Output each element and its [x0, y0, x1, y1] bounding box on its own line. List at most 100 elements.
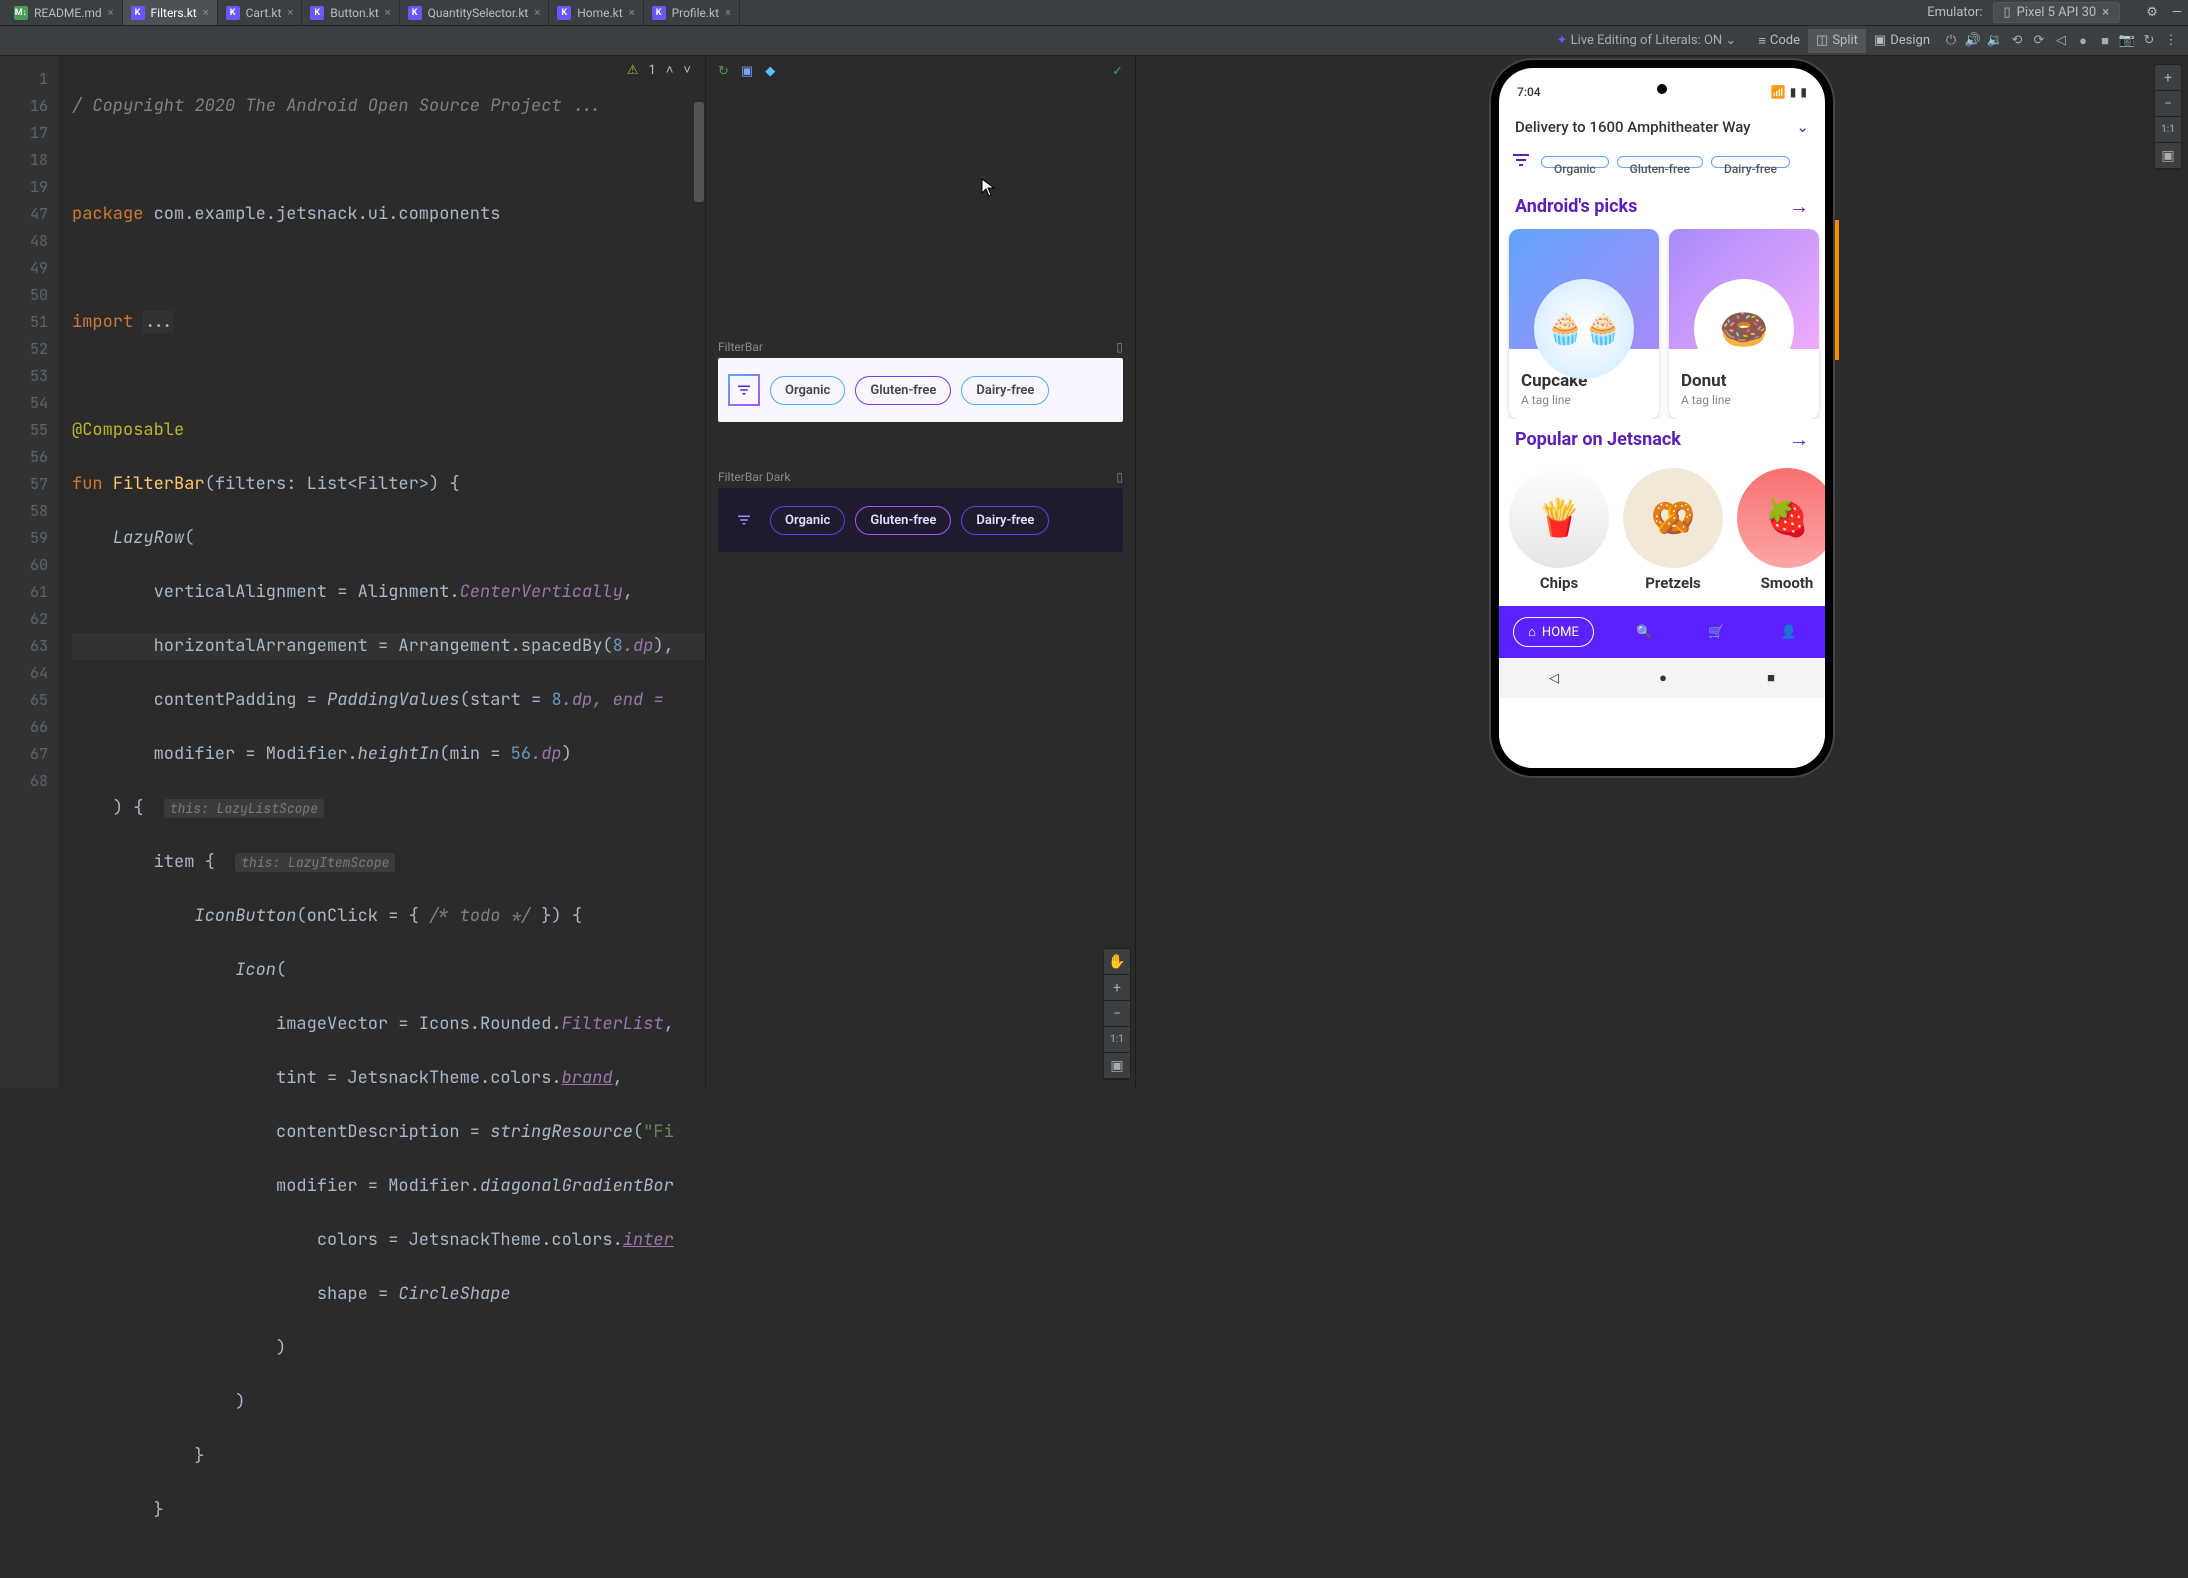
refresh-icon[interactable]: ↻	[2140, 32, 2158, 50]
view-design-button[interactable]: ▣Design	[1866, 29, 1938, 53]
item-chips[interactable]: 🍟Chips	[1509, 468, 1609, 592]
chip-glutenfree[interactable]: Gluten-free	[855, 506, 951, 535]
tab-profile[interactable]: KProfile.kt×	[644, 0, 740, 25]
tab-cart[interactable]: KCart.kt×	[218, 0, 303, 25]
filter-icon[interactable]	[1509, 148, 1533, 176]
emulator-section: Emulator: ▯ Pixel 5 API 30 × ⚙ —	[1927, 2, 2182, 23]
zoom-in-button[interactable]: +	[2155, 65, 2181, 91]
zoom-out-button[interactable]: −	[2155, 91, 2181, 117]
prev-highlight-icon[interactable]: ˄	[666, 62, 674, 78]
chip-dairyfree[interactable]: Dairy-free	[961, 506, 1049, 535]
device-screen[interactable]: 7:04 📶▮▮ Delivery to 1600 Amphitheater W…	[1499, 68, 1825, 768]
more-icon[interactable]: ⋮	[2162, 32, 2180, 50]
code-editor[interactable]: 1161718194748495051525354555657585960616…	[0, 56, 705, 1088]
back-icon[interactable]: ◁	[2052, 32, 2070, 50]
arrow-right-icon[interactable]: →	[1789, 427, 1809, 452]
nav-search[interactable]: 🔍	[1622, 619, 1666, 646]
picks-cards[interactable]: 🧁🧁 CupcakeA tag line 🍩 DonutA tag line	[1499, 229, 1825, 419]
chip-glutenfree[interactable]: Gluten-free	[1617, 156, 1703, 168]
emulator-zoom: + − 1:1 ▣	[2154, 64, 2182, 170]
warning-icon[interactable]: ⚠	[627, 63, 639, 78]
view-mode-group: ≡Code ◫Split ▣Design	[1750, 29, 1938, 53]
zoom-out-button[interactable]: −	[1104, 1001, 1130, 1027]
chip-organic[interactable]: Organic	[1541, 156, 1609, 168]
nav-home[interactable]: ⌂HOME	[1513, 617, 1594, 647]
fit-icon[interactable]: ▣	[1104, 1053, 1130, 1079]
editor-tab-bar: M↓README.md× KFilters.kt× KCart.kt× KBut…	[0, 0, 2188, 26]
view-split-button[interactable]: ◫Split	[1808, 29, 1866, 53]
zoom-reset-button[interactable]: 1:1	[2155, 117, 2181, 143]
fit-icon[interactable]: ▣	[2155, 143, 2181, 169]
close-icon[interactable]: ×	[108, 6, 114, 19]
overview-icon[interactable]: ■	[2096, 32, 2114, 50]
code-content[interactable]: / Copyright 2020 The Android Open Source…	[58, 56, 705, 1088]
nav-cart[interactable]: 🛒	[1694, 619, 1738, 646]
layers-icon[interactable]: ◆	[765, 64, 775, 79]
view-code-button[interactable]: ≡Code	[1750, 29, 1808, 53]
gear-icon[interactable]: ⚙	[2146, 5, 2158, 20]
delivery-bar[interactable]: Delivery to 1600 Amphitheater Way ⌄	[1499, 106, 1825, 148]
next-highlight-icon[interactable]: ˅	[683, 62, 691, 78]
power-icon[interactable]: ⏻	[1942, 32, 1960, 50]
close-icon[interactable]: ×	[534, 6, 540, 19]
back-icon[interactable]: ◁	[1549, 671, 1559, 686]
refresh-icon[interactable]: ↻	[718, 64, 729, 79]
item-label: Pretzels	[1623, 574, 1723, 592]
pan-icon[interactable]: ✋	[1104, 949, 1130, 975]
item-smoothie[interactable]: 🍓Smooth	[1737, 468, 1825, 592]
preview-filterbar-dark[interactable]: Organic Gluten-free Dairy-free	[718, 488, 1123, 552]
section-title: Android's picks	[1515, 196, 1637, 217]
type-hint: this: LazyItemScope	[235, 853, 395, 872]
close-icon[interactable]: ×	[2102, 5, 2109, 20]
close-icon[interactable]: ×	[385, 6, 391, 19]
chip-organic[interactable]: Organic	[770, 506, 845, 535]
close-icon[interactable]: ×	[287, 6, 293, 19]
tab-quantityselector[interactable]: KQuantitySelector.kt×	[400, 0, 550, 25]
overview-icon[interactable]: ■	[1767, 670, 1775, 686]
home-icon[interactable]: ●	[2074, 32, 2092, 50]
tab-button[interactable]: KButton.kt×	[302, 0, 399, 25]
close-icon[interactable]: ×	[725, 6, 731, 19]
close-icon[interactable]: ×	[203, 6, 209, 19]
tab-label: QuantitySelector.kt	[428, 6, 529, 20]
chip-dairyfree[interactable]: Dairy-free	[961, 376, 1049, 405]
card-donut[interactable]: 🍩 DonutA tag line	[1669, 229, 1819, 419]
device-icon[interactable]: ▯	[1116, 340, 1123, 354]
rotate-right-icon[interactable]: ⟳	[2030, 32, 2048, 50]
arrow-right-icon[interactable]: →	[1789, 194, 1809, 219]
tab-home[interactable]: KHome.kt×	[549, 0, 643, 25]
section-title: Popular on Jetsnack	[1515, 429, 1681, 450]
popular-row[interactable]: 🍟Chips 🥨Pretzels 🍓Smooth	[1499, 462, 1825, 598]
zoom-reset-button[interactable]: 1:1	[1104, 1027, 1130, 1053]
interactive-icon[interactable]: ▣	[741, 64, 753, 79]
close-icon[interactable]: ×	[629, 6, 635, 19]
tab-label: README.md	[34, 6, 102, 20]
card-tagline: A tag line	[1681, 393, 1807, 407]
editor-toolbar: ✦ Live Editing of Literals: ON ⌄ ≡Code ◫…	[0, 26, 2188, 56]
filter-icon	[728, 504, 760, 536]
user-icon: 👤	[1781, 625, 1797, 640]
device-frame: 7:04 📶▮▮ Delivery to 1600 Amphitheater W…	[1491, 60, 1833, 776]
chip-organic[interactable]: Organic	[770, 376, 845, 405]
screenshot-icon[interactable]: 📷	[2118, 32, 2136, 50]
signal-icon: ▮	[1790, 85, 1797, 99]
chip-dairyfree[interactable]: Dairy-free	[1711, 156, 1790, 168]
rotate-left-icon[interactable]: ⟲	[2008, 32, 2026, 50]
home-icon[interactable]: ●	[1659, 670, 1667, 686]
preview-filterbar-light[interactable]: Organic Gluten-free Dairy-free	[718, 358, 1123, 422]
zoom-in-button[interactable]: +	[1104, 975, 1130, 1001]
card-cupcake[interactable]: 🧁🧁 CupcakeA tag line	[1509, 229, 1659, 419]
tab-filters[interactable]: KFilters.kt×	[123, 0, 218, 25]
device-selector[interactable]: ▯ Pixel 5 API 30 ×	[1993, 2, 2121, 23]
volume-down-icon[interactable]: 🔉	[1986, 32, 2004, 50]
editor-scrollbar[interactable]	[693, 56, 705, 756]
chip-glutenfree[interactable]: Gluten-free	[855, 376, 951, 405]
nav-profile[interactable]: 👤	[1767, 619, 1811, 646]
item-pretzels[interactable]: 🥨Pretzels	[1623, 468, 1723, 592]
live-edit-toggle[interactable]: ✦ Live Editing of Literals: ON ⌄	[1557, 33, 1737, 48]
minimize-icon[interactable]: —	[2172, 5, 2182, 20]
tab-readme[interactable]: M↓README.md×	[6, 0, 123, 25]
volume-up-icon[interactable]: 🔊	[1964, 32, 1982, 50]
device-icon[interactable]: ▯	[1116, 470, 1123, 484]
type-hint: this: LazyListScope	[164, 799, 324, 818]
